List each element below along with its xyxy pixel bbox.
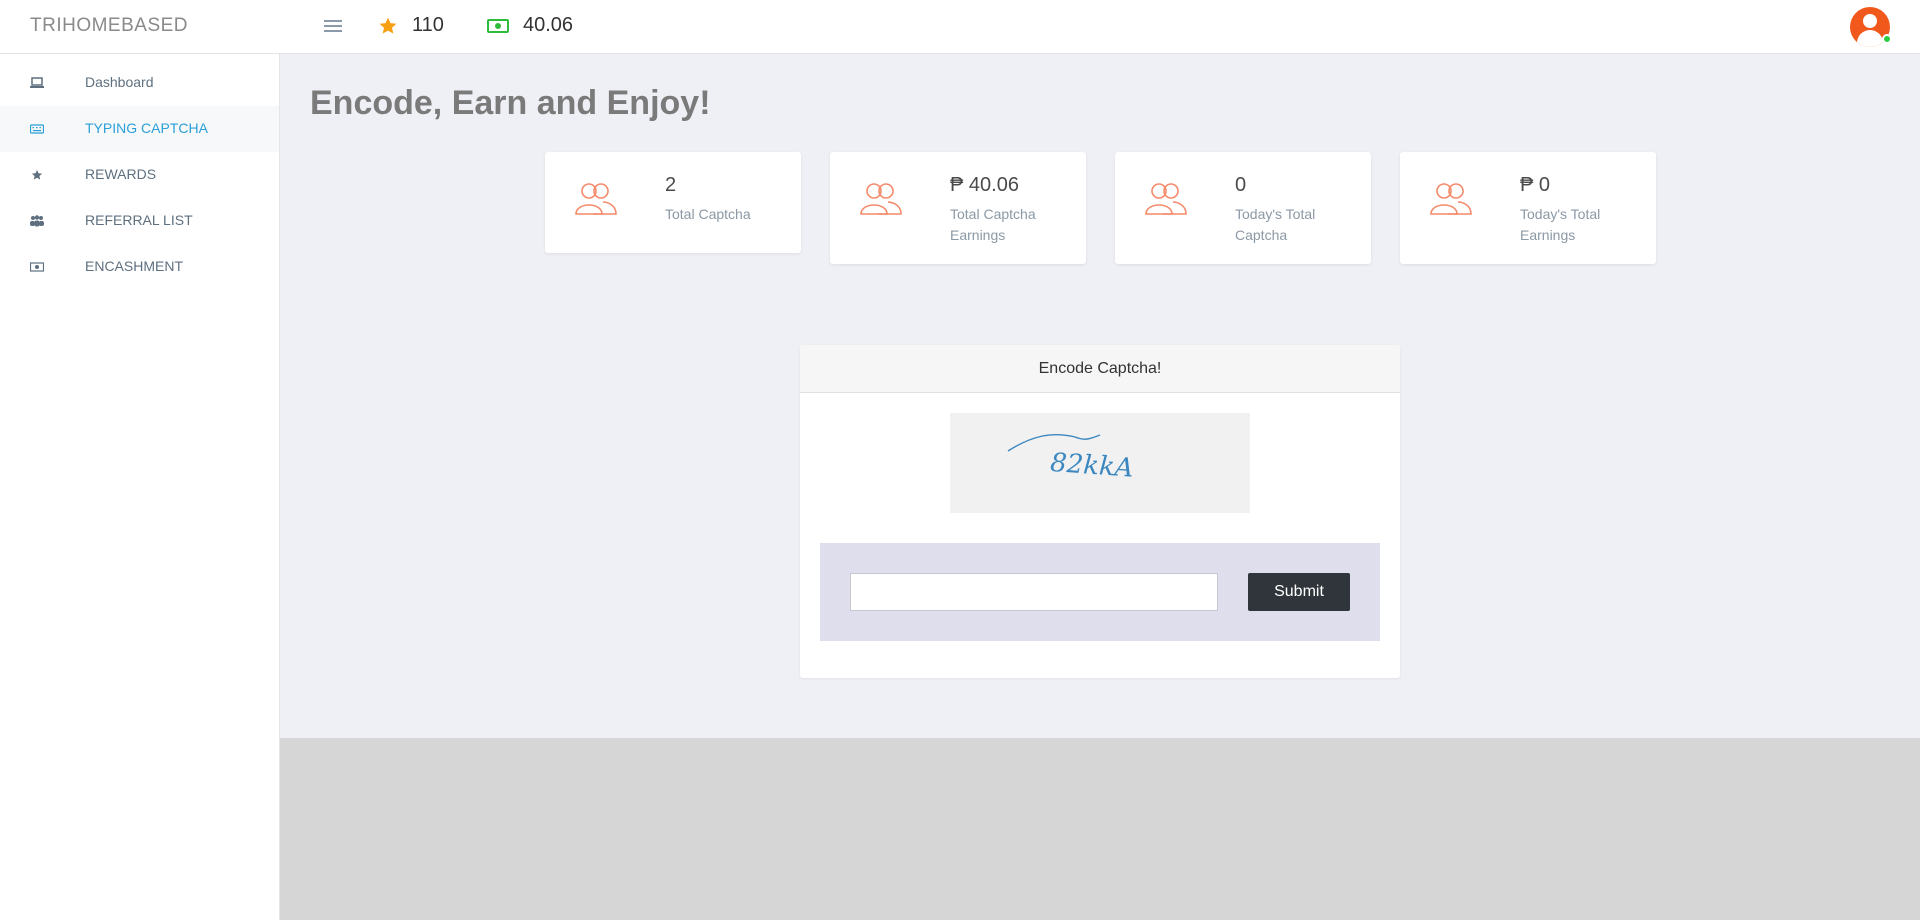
stat-card-total-captcha: 2 Total Captcha xyxy=(545,152,801,253)
money-icon xyxy=(487,18,509,33)
stat-card-total-earnings: ₱ 40.06 Total Captcha Earnings xyxy=(830,152,1086,264)
users-outline-icon xyxy=(575,183,617,215)
points-stat: 110 xyxy=(378,14,444,37)
menu-toggle-icon[interactable] xyxy=(324,17,342,37)
brand-logo[interactable]: TRIHOMEBASED xyxy=(30,15,188,37)
sidebar-item-rewards[interactable]: REWARDS xyxy=(0,152,279,198)
stat-card-today-earnings: ₱ 0 Today's Total Earnings xyxy=(1400,152,1656,264)
panel-heading: Encode Captcha! xyxy=(800,345,1400,393)
stat-label: Total Captcha xyxy=(665,206,751,222)
laptop-icon xyxy=(30,77,44,88)
captcha-image: 82kkA xyxy=(950,413,1250,513)
money-icon xyxy=(30,262,44,272)
users-icon xyxy=(30,215,44,227)
users-outline-icon xyxy=(1430,183,1472,215)
captcha-form: Submit xyxy=(820,543,1380,641)
stat-value: ₱ 0 xyxy=(1520,174,1551,196)
sidebar-item-label: Dashboard xyxy=(85,74,154,90)
star-icon xyxy=(379,17,397,34)
stat-value: 2 xyxy=(665,174,677,196)
top-navbar: TRIHOMEBASED 110 40.06 xyxy=(0,0,1920,54)
sidebar-item-referral-list[interactable]: REFERRAL LIST xyxy=(0,198,279,244)
submit-button[interactable]: Submit xyxy=(1248,573,1350,611)
sidebar-item-label: REWARDS xyxy=(85,166,157,182)
sidebar: Dashboard TYPING CAPTCHA REWARDS REFERRA… xyxy=(0,54,280,920)
sidebar-item-dashboard[interactable]: Dashboard xyxy=(0,60,279,106)
stat-card-today-captcha: 0 Today's Total Captcha xyxy=(1115,152,1371,264)
sidebar-item-encashment[interactable]: ENCASHMENT xyxy=(0,244,279,290)
keyboard-icon xyxy=(30,124,44,134)
stat-value: ₱ 40.06 xyxy=(950,174,1019,196)
captcha-input[interactable] xyxy=(850,573,1218,611)
stat-label: Today's Total Earnings xyxy=(1520,206,1601,243)
stat-label: Today's Total Captcha xyxy=(1235,206,1316,243)
sidebar-item-label: REFERRAL LIST xyxy=(85,212,193,228)
page-title: Encode, Earn and Enjoy! xyxy=(310,84,711,122)
star-icon xyxy=(31,170,43,180)
stat-value: 0 xyxy=(1235,174,1247,196)
sidebar-item-typing-captcha[interactable]: TYPING CAPTCHA xyxy=(0,106,279,152)
online-status-dot xyxy=(1882,34,1892,44)
users-outline-icon xyxy=(1145,183,1187,215)
sidebar-item-label: TYPING CAPTCHA xyxy=(85,120,208,136)
users-outline-icon xyxy=(860,183,902,215)
main-content: Encode, Earn and Enjoy! 2 Total Captcha … xyxy=(280,54,1920,738)
captcha-text: 82kkA xyxy=(1049,448,1134,484)
encode-captcha-panel: Encode Captcha! 82kkA Submit xyxy=(800,345,1400,678)
balance-value: 40.06 xyxy=(523,14,574,36)
stat-label: Total Captcha Earnings xyxy=(950,206,1036,243)
sidebar-item-label: ENCASHMENT xyxy=(85,258,184,274)
points-value: 110 xyxy=(412,14,444,36)
balance-stat: 40.06 xyxy=(487,14,573,37)
